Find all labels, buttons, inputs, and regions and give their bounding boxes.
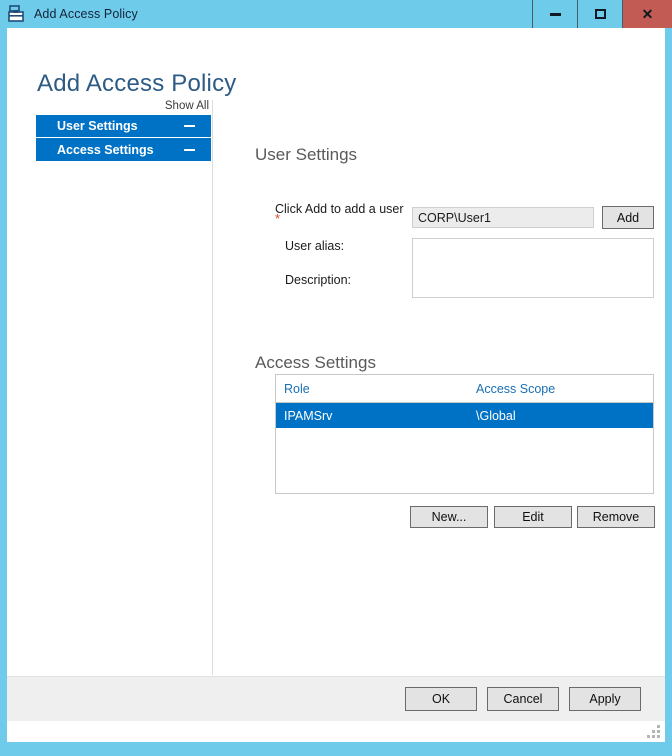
- ok-button[interactable]: OK: [405, 687, 477, 711]
- sidebar-item-access-settings[interactable]: Access Settings: [36, 138, 211, 161]
- user-settings-instruction: Click Add to add a user: [275, 202, 404, 216]
- column-header-access-scope[interactable]: Access Scope: [468, 375, 653, 402]
- sidebar-item-user-settings[interactable]: User Settings: [36, 115, 211, 138]
- sidebar-item-label: User Settings: [57, 119, 138, 133]
- description-label: Description:: [285, 273, 351, 287]
- user-alias-label: User alias:: [285, 239, 345, 253]
- main-content: User Settings Click Add to add a user * …: [247, 28, 665, 742]
- column-header-role[interactable]: Role: [276, 375, 468, 402]
- access-settings-heading: Access Settings: [255, 353, 376, 372]
- dialog-body: Add Access Policy Show All User Settings…: [7, 28, 665, 742]
- edit-button[interactable]: Edit: [494, 506, 572, 528]
- user-alias-input[interactable]: [412, 207, 594, 228]
- page-title: Add Access Policy: [37, 70, 237, 98]
- minimize-icon: [549, 12, 561, 16]
- close-button[interactable]: ✕: [622, 0, 672, 28]
- user-settings-heading: User Settings: [255, 145, 358, 164]
- cell-access-scope: \Global: [476, 408, 516, 423]
- cancel-button[interactable]: Cancel: [487, 687, 559, 711]
- table-row[interactable]: IPAMSrv \Global: [276, 403, 653, 428]
- cell-role: IPAMSrv: [284, 408, 333, 423]
- description-input[interactable]: [412, 238, 654, 298]
- title-bar[interactable]: Add Access Policy ✕: [0, 0, 672, 28]
- close-icon: ✕: [641, 6, 654, 22]
- dialog-footer: OK Cancel Apply: [7, 676, 665, 721]
- table-header-row: Role Access Scope: [276, 375, 653, 403]
- window-controls: ✕: [532, 0, 672, 28]
- minus-icon[interactable]: [184, 148, 195, 151]
- add-user-button[interactable]: Add: [602, 206, 654, 229]
- maximize-button[interactable]: [577, 0, 622, 28]
- minus-icon[interactable]: [184, 125, 195, 127]
- sidebar-item-label: Access Settings: [57, 142, 154, 157]
- access-settings-table[interactable]: Role Access Scope IPAMSrv \Global: [275, 374, 654, 494]
- maximize-icon: [594, 9, 606, 19]
- vertical-divider: [212, 100, 213, 675]
- section-nav: Show All User Settings Access Settings: [36, 100, 211, 161]
- remove-button[interactable]: Remove: [577, 506, 655, 528]
- toolbox-icon: [8, 5, 26, 23]
- resize-grip-icon[interactable]: [647, 725, 661, 739]
- window-title: Add Access Policy: [34, 7, 138, 21]
- apply-button[interactable]: Apply: [569, 687, 641, 711]
- new-button[interactable]: New...: [410, 506, 488, 528]
- required-indicator: *: [275, 211, 281, 226]
- show-all-link[interactable]: Show All: [36, 100, 211, 115]
- dialog-window: Add Access Policy ✕ Add Access Policy Sh…: [0, 0, 672, 756]
- minimize-button[interactable]: [532, 0, 577, 28]
